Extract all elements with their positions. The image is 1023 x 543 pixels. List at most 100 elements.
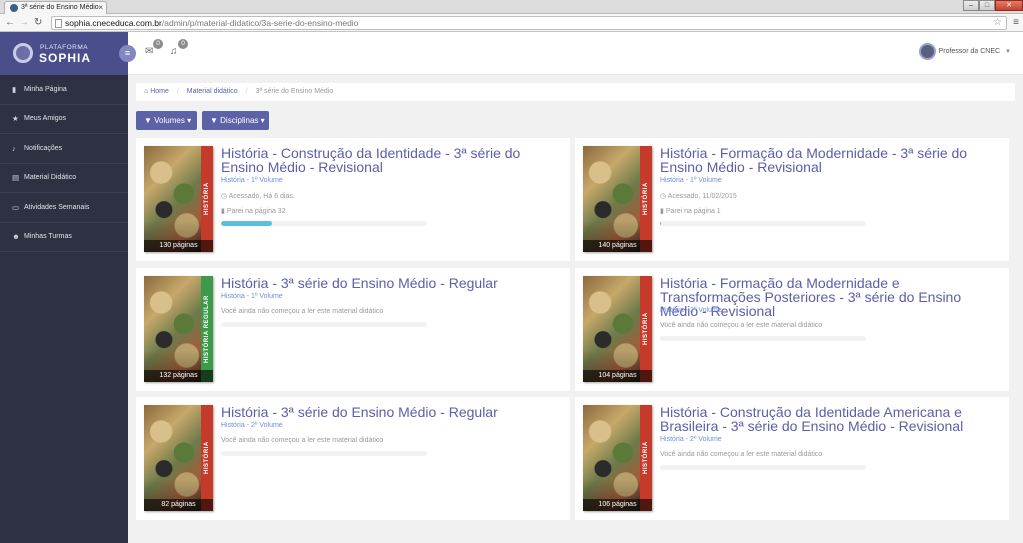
sidebar-item-minhas-turmas[interactable]: ☻ Minhas Turmas: [0, 223, 128, 252]
filter-icon: ▼: [210, 116, 218, 125]
book-volume[interactable]: História - 2º Volume: [221, 422, 283, 429]
sidebar-item-minha-pagina[interactable]: ▮ Minha Página: [0, 75, 128, 105]
breadcrumb-current: 3ª série do Ensino Médio: [255, 88, 334, 95]
book-volume[interactable]: História - 2º Volume: [660, 436, 722, 443]
reading-progress-bar: [660, 336, 866, 341]
book-card[interactable]: HISTÓRIA 104 páginas História - Formação…: [575, 268, 1009, 391]
breadcrumb-home[interactable]: Home: [150, 88, 169, 95]
filter-icon: ▼: [144, 116, 152, 125]
sophia-logo-icon: [13, 43, 33, 63]
url-host: sophia.cneceduca.com.br: [65, 18, 162, 28]
file-icon: ▭: [12, 202, 20, 212]
book-cover[interactable]: HISTÓRIA 130 páginas: [144, 146, 213, 252]
reload-icon[interactable]: ↻: [34, 16, 42, 29]
browser-tab[interactable]: 3ª série do Ensino Médio ×: [4, 1, 107, 14]
sidebar-item-notificacoes[interactable]: ♪ Notificações: [0, 134, 128, 164]
cover-spine: HISTÓRIA: [201, 146, 213, 252]
maximize-icon[interactable]: □: [979, 0, 995, 11]
favicon-icon: [10, 4, 18, 12]
breadcrumb-material[interactable]: Material didático: [187, 88, 238, 95]
back-icon[interactable]: ←: [5, 16, 15, 29]
disciplinas-label: Disciplinas: [220, 116, 259, 125]
menu-toggle-button[interactable]: ≡: [119, 45, 136, 62]
url-path: /admin/p/material-didatico/3a-serie-do-e…: [161, 18, 359, 28]
stopped-at: ▮ Parei na página 1: [660, 207, 721, 215]
brand-logo[interactable]: PLATAFORMA SOPHIA: [0, 32, 128, 75]
book-card[interactable]: HISTÓRIA 140 páginas História - Formação…: [575, 138, 1009, 261]
browser-menu-icon[interactable]: ≡: [1013, 17, 1019, 28]
sidebar-item-label: Minha Página: [24, 85, 67, 93]
breadcrumb-separator: /: [176, 88, 179, 95]
page-count: 132 páginas: [144, 370, 213, 382]
book-cover[interactable]: HISTÓRIA 140 páginas: [583, 146, 652, 252]
bell-icon[interactable]: ♫: [170, 46, 178, 57]
cover-image: [583, 276, 640, 382]
cover-image: [583, 146, 640, 252]
page-count: 140 páginas: [583, 240, 652, 252]
reading-progress-bar: [660, 465, 866, 470]
volumes-filter-button[interactable]: ▼ Volumes ▾: [136, 111, 197, 130]
clock-icon: ◷: [660, 193, 667, 200]
page-count: 104 páginas: [583, 370, 652, 382]
book-cover[interactable]: HISTÓRIA 106 páginas: [583, 405, 652, 511]
bookmark-star-icon[interactable]: ☆: [993, 17, 1002, 29]
window-controls: – □ ✕: [963, 0, 1023, 11]
close-tab-icon[interactable]: ×: [98, 2, 103, 14]
cover-image: [144, 276, 201, 382]
chevron-down-icon: ▼: [1005, 48, 1011, 55]
sidebar-item-material-didatico[interactable]: ▤ Material Didático: [0, 164, 128, 193]
browser-tabstrip: 3ª série do Ensino Médio × – □ ✕: [0, 0, 1023, 14]
book-title[interactable]: História - Construção da Identidade - 3ª…: [221, 146, 561, 174]
progress-fill: [660, 221, 662, 226]
sidebar-item-label: Minhas Turmas: [24, 233, 72, 241]
disciplinas-filter-button[interactable]: ▼ Disciplinas ▾: [202, 111, 269, 130]
cover-spine: HISTÓRIA: [201, 405, 213, 511]
book-volume[interactable]: História - 1º Volume: [221, 293, 283, 300]
forward-icon[interactable]: →: [19, 16, 29, 29]
star-icon: ★: [12, 114, 19, 124]
not-started-text: Você ainda não começou a ler este materi…: [660, 322, 823, 329]
cover-image: [144, 146, 201, 252]
sidebar-item-label: Material Didático: [24, 174, 77, 182]
accessed-text: Acessado, 11/02/2015: [667, 193, 737, 200]
book-card[interactable]: HISTÓRIA REGULAR 132 páginas História - …: [136, 268, 570, 391]
stopped-at: ▮ Parei na página 32: [221, 207, 286, 215]
not-started-text: Você ainda não começou a ler este materi…: [221, 437, 384, 444]
book-volume[interactable]: História - 1º Volume: [221, 177, 283, 184]
progress-fill: [221, 221, 272, 226]
brand-line1: PLATAFORMA: [40, 44, 89, 51]
book-icon: ▤: [12, 173, 20, 183]
book-title[interactable]: História - 3ª série do Ensino Médio - Re…: [221, 276, 561, 290]
book-cover[interactable]: HISTÓRIA REGULAR 132 páginas: [144, 276, 213, 382]
sidebar-item-meus-amigos[interactable]: ★ Meus Amigos: [0, 105, 128, 134]
breadcrumb: ⌂ Home / Material didático / 3ª série do…: [136, 83, 1015, 101]
book-title[interactable]: História - Construção da Identidade Amer…: [660, 405, 1000, 433]
reading-progress-bar: [221, 322, 427, 327]
stopped-text: Parei na página 32: [226, 208, 286, 215]
sidebar-item-label: Meus Amigos: [24, 115, 67, 123]
envelope-icon[interactable]: ✉: [145, 46, 153, 57]
book-card[interactable]: HISTÓRIA 130 páginas História - Construç…: [136, 138, 570, 261]
page-icon: [55, 19, 62, 28]
sidebar-item-atividades-semanais[interactable]: ▭ Atividades Semanais: [0, 193, 128, 223]
user-menu[interactable]: Professor da CNEC ▼: [918, 43, 1011, 60]
book-card[interactable]: HISTÓRIA 82 páginas História - 3ª série …: [136, 397, 570, 520]
stopped-text: Parei na página 1: [665, 208, 721, 215]
breadcrumb-separator: /: [245, 88, 248, 95]
book-cover[interactable]: HISTÓRIA 104 páginas: [583, 276, 652, 382]
book-card[interactable]: HISTÓRIA 106 páginas História - Construç…: [575, 397, 1009, 520]
close-window-icon[interactable]: ✕: [995, 0, 1023, 11]
book-cover[interactable]: HISTÓRIA 82 páginas: [144, 405, 213, 511]
address-bar[interactable]: sophia.cneceduca.com.br/admin/p/material…: [51, 16, 1007, 30]
home-icon[interactable]: ⌂: [144, 88, 148, 95]
book-volume[interactable]: História - 1º Volume: [660, 177, 722, 184]
book-title[interactable]: História - Formação da Modernidade - 3ª …: [660, 146, 1000, 174]
accessed-text: Acessado, Há 6 dias.: [228, 193, 295, 200]
minimize-icon[interactable]: –: [963, 0, 979, 11]
cover-spine: HISTÓRIA REGULAR: [201, 276, 213, 382]
clock-icon: ◷: [221, 193, 228, 200]
reading-progress-bar: [221, 221, 427, 226]
book-volume[interactable]: História - 2º Volume: [660, 307, 722, 314]
book-title[interactable]: História - 3ª série do Ensino Médio - Re…: [221, 405, 561, 419]
tab-title: 3ª série do Ensino Médio: [21, 4, 99, 11]
